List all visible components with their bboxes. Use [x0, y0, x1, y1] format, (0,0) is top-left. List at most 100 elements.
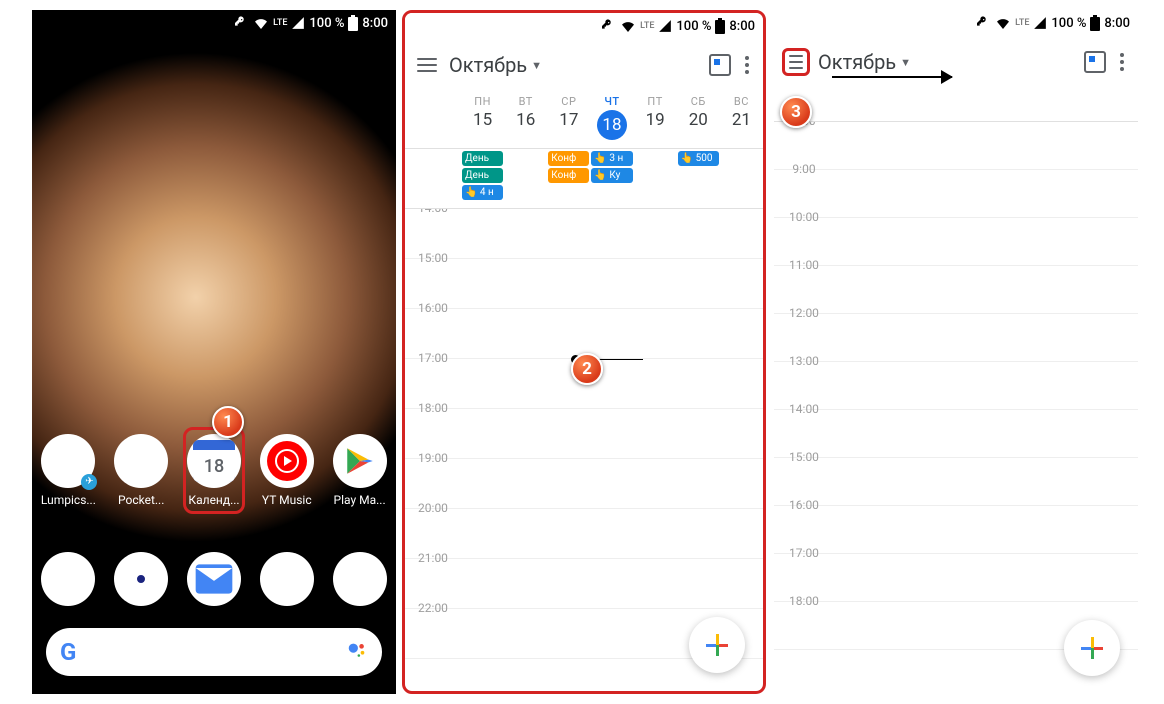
allday-empty [774, 88, 1138, 122]
create-event-fab[interactable] [689, 617, 745, 673]
today-button[interactable] [1084, 51, 1106, 73]
today-button[interactable] [709, 54, 731, 76]
wifi-icon [253, 15, 269, 31]
app-phone[interactable] [37, 552, 99, 606]
hour-label: 17:00 [405, 351, 461, 400]
telegram-badge-icon: ✈ [81, 474, 97, 490]
annotation-arrow [832, 76, 952, 78]
hour-label: 8:00 [774, 122, 834, 161]
chevron-down-icon: ▼ [531, 59, 542, 72]
menu-button[interactable] [413, 51, 441, 79]
overflow-menu[interactable] [1114, 53, 1130, 71]
event-chip[interactable]: Конф [548, 168, 589, 183]
app-dock [32, 552, 396, 606]
event-col[interactable] [720, 151, 763, 200]
day-col[interactable]: СР17 [547, 91, 590, 148]
event-chip[interactable]: Конф [548, 151, 589, 166]
menu-button[interactable] [782, 48, 810, 76]
app-playstore[interactable]: Play Ma... [329, 434, 391, 507]
event-col[interactable]: День День 👆 4 н [461, 151, 504, 200]
google-logo: G [60, 638, 76, 666]
month-dropdown[interactable]: Октябрь ▼ [818, 50, 911, 74]
inbox-icon [187, 552, 241, 606]
clock-text: 8:00 [729, 19, 755, 34]
hour-label: 14:00 [405, 209, 461, 250]
phone-calendar-day: LTE 100 % 8:00 Октябрь ▼ 8:009:0010:0011… [774, 10, 1138, 694]
create-event-fab[interactable] [1064, 620, 1120, 676]
calendar-day-number: 18 [193, 450, 235, 482]
day-col[interactable]: ПН15 [461, 91, 504, 148]
annotation-badge-3: 3 [780, 96, 812, 128]
calendar-header: Октябрь ▼ [405, 39, 763, 91]
plus-icon [706, 634, 728, 656]
event-chip[interactable]: 👆 3 н [591, 151, 632, 166]
week-header: ПН15 ВТ16 СР17 ЧТ18 ПТ19 СБ20 ВС21 [405, 91, 763, 149]
time-grid[interactable]: 8:009:0010:0011:0012:0013:0014:0015:0016… [774, 122, 1138, 662]
event-chip[interactable]: День [462, 151, 503, 166]
app-label: Play Ma... [334, 493, 386, 507]
google-search-bar[interactable]: G [46, 628, 382, 676]
app-camera[interactable] [110, 552, 172, 606]
event-col[interactable]: Конф Конф [547, 151, 590, 200]
hour-label: 16:00 [774, 498, 834, 545]
day-col[interactable]: СБ20 [677, 91, 720, 148]
status-bar: LTE 100 % 8:00 [774, 10, 1138, 36]
playstore-icon [333, 434, 387, 488]
battery-icon [348, 15, 358, 31]
app-inbox[interactable] [183, 552, 245, 606]
calendar-icon: 18 [187, 434, 241, 488]
hour-label: 18:00 [405, 401, 461, 450]
app-pocketcasts[interactable]: Pocket... [110, 434, 172, 507]
battery-text: 100 % [309, 16, 344, 31]
hour-label: 15:00 [774, 450, 834, 497]
orange-icon: ✈ [41, 434, 95, 488]
hour-label: 12:00 [774, 306, 834, 353]
app-label: YT Music [262, 493, 312, 507]
app-calendar[interactable]: 18 Календ... [183, 427, 245, 514]
event-chip[interactable]: 👆 Ку [591, 168, 632, 183]
files-icon [260, 552, 314, 606]
chevron-down-icon: ▼ [900, 56, 911, 69]
app-files[interactable] [256, 552, 318, 606]
phone-homescreen: LTE 100 % 8:00 ✈ Lumpics... Pocket... [32, 10, 396, 694]
hour-label: 11:00 [774, 258, 834, 305]
event-col[interactable]: 👆 500 [677, 151, 720, 200]
app-lumpics[interactable]: ✈ Lumpics... [37, 434, 99, 507]
hour-label: 15:00 [405, 251, 461, 300]
signal-icon [658, 19, 672, 33]
phone-icon [41, 552, 95, 606]
app-row-1: ✈ Lumpics... Pocket... 18 Календ... [32, 434, 396, 514]
day-col[interactable]: ВС21 [720, 91, 763, 148]
event-chip[interactable]: 👆 4 н [462, 185, 503, 200]
hour-label: 22:00 [405, 601, 461, 650]
event-col[interactable] [634, 151, 677, 200]
app-ytmusic[interactable]: YT Music [256, 434, 318, 507]
hour-label: 19:00 [405, 451, 461, 500]
lte-icon: LTE [1015, 18, 1029, 28]
day-col[interactable]: ВТ16 [504, 91, 547, 148]
hour-label: 18:00 [774, 594, 834, 641]
status-bar: LTE 100 % 8:00 [32, 10, 396, 36]
event-col[interactable]: 👆 3 н 👆 Ку [590, 151, 633, 200]
day-col-current[interactable]: ЧТ18 [590, 91, 633, 148]
app-settings[interactable] [329, 552, 391, 606]
day-col[interactable]: ПТ19 [634, 91, 677, 148]
event-col[interactable] [504, 151, 547, 200]
hour-label: 17:00 [774, 546, 834, 593]
pocketcasts-icon [114, 434, 168, 488]
assistant-icon[interactable] [346, 639, 368, 665]
hour-label: 21:00 [405, 551, 461, 600]
vpn-key-icon [233, 15, 249, 31]
wifi-icon [620, 18, 636, 34]
app-label: Pocket... [118, 493, 164, 507]
hour-label: 16:00 [405, 301, 461, 350]
vpn-key-icon [600, 18, 616, 34]
overflow-menu[interactable] [739, 56, 755, 74]
annotation-badge-2: 2 [571, 353, 603, 385]
wifi-icon [995, 15, 1011, 31]
clock-text: 8:00 [1104, 16, 1130, 31]
event-chip[interactable]: 👆 500 [678, 151, 719, 166]
event-chip[interactable]: День [462, 168, 503, 183]
hour-label: 14:00 [774, 402, 834, 449]
month-dropdown[interactable]: Октябрь ▼ [449, 53, 542, 77]
